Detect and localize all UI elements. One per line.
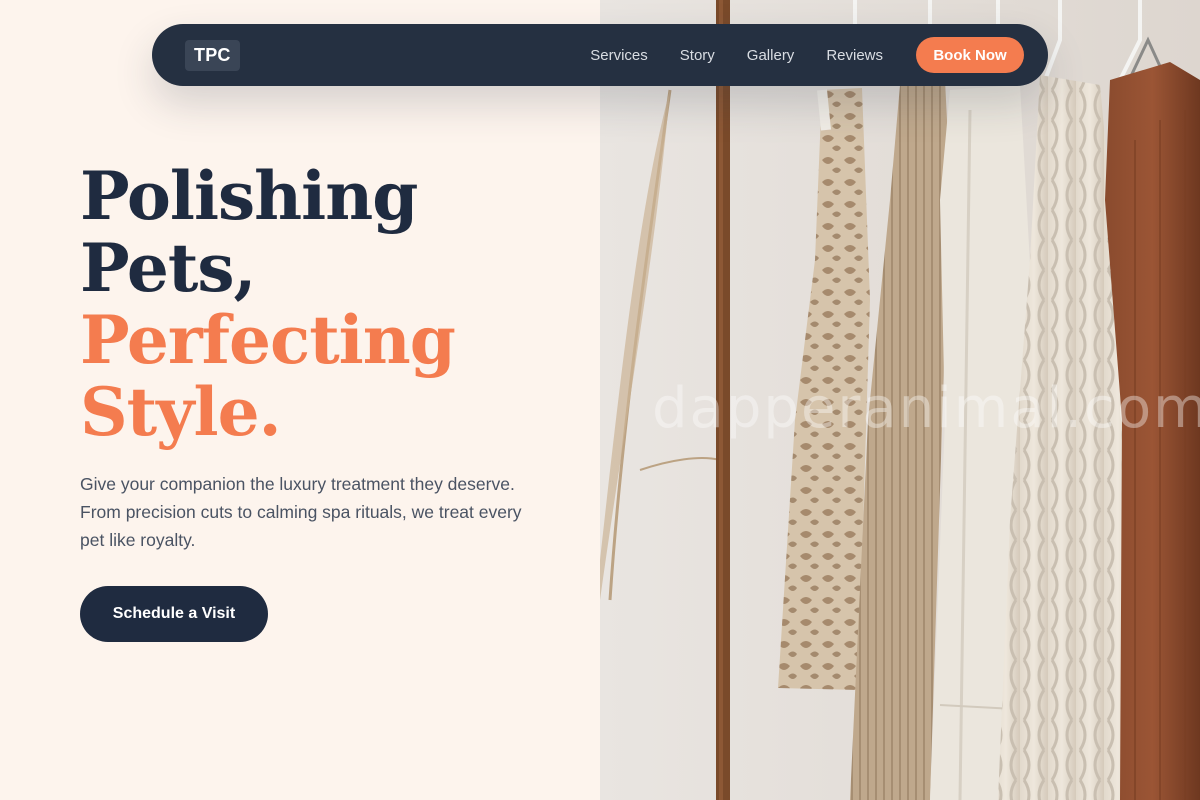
book-now-button[interactable]: Book Now <box>916 37 1024 73</box>
nav-link-reviews[interactable]: Reviews <box>826 47 883 64</box>
headline-accent-line: Perfecting <box>80 301 456 379</box>
navbar: TPC Services Story Gallery Reviews Book … <box>152 24 1048 86</box>
hero-headline: Polishing Pets, Perfecting Style. <box>80 160 580 448</box>
nav-link-gallery[interactable]: Gallery <box>747 47 795 64</box>
headline-line: Polishing <box>80 157 418 235</box>
nav-link-story[interactable]: Story <box>680 47 715 64</box>
image-watermark: dapperanimal.com <box>652 376 1200 441</box>
schedule-visit-button[interactable]: Schedule a Visit <box>80 586 268 642</box>
nav-links: Services Story Gallery Reviews Book Now <box>590 37 1024 73</box>
hero-image: dapperanimal.com <box>600 0 1200 800</box>
hero-description: Give your companion the luxury treatment… <box>80 474 522 550</box>
headline-line: Pets, <box>80 229 256 307</box>
logo[interactable]: TPC <box>185 39 240 71</box>
nav-link-services[interactable]: Services <box>590 47 648 64</box>
headline-accent-line: Style. <box>80 373 282 451</box>
